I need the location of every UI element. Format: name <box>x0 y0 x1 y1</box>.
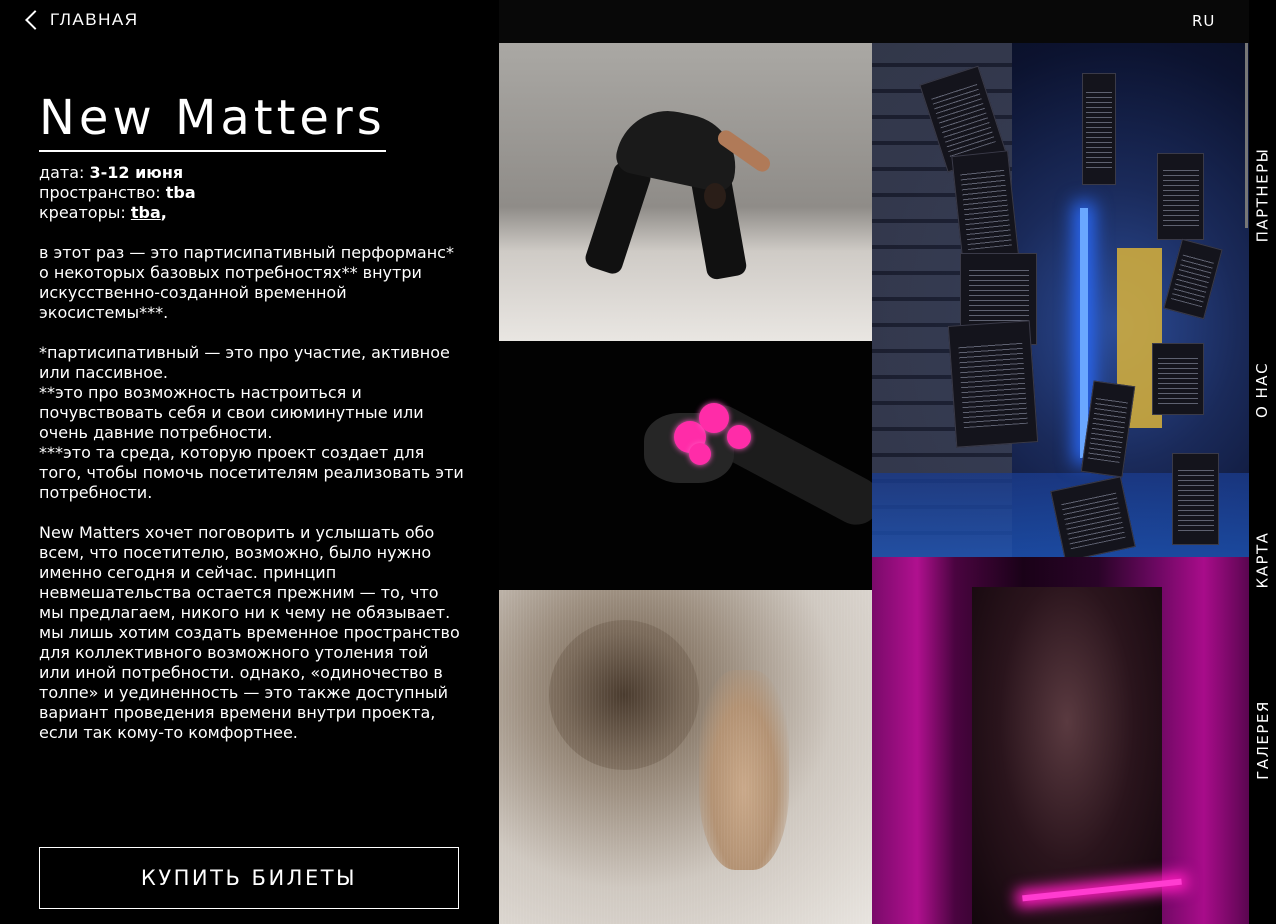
meta-date: дата: 3-12 июня <box>39 163 184 182</box>
photo-pink-hand[interactable] <box>499 341 872 590</box>
info-panel: ГЛАВНАЯ New Matters дата: 3-12 июня прос… <box>0 0 499 924</box>
photo-gallery <box>499 0 1249 924</box>
side-nav: ПАРТНЕРЫ О НАС КАРТА ГАЛЕРЕЯ <box>1249 0 1276 924</box>
nav-item-map[interactable]: КАРТА <box>1249 520 1276 600</box>
gallery-scrollbar[interactable] <box>1245 43 1248 228</box>
space-value: tba <box>165 183 196 202</box>
footnote-3: ***это та среда, которую проект создает … <box>39 443 464 502</box>
nav-item-partners[interactable]: ПАРТНЕРЫ <box>1249 130 1276 260</box>
description-paragraph: в этот раз — это партисипативный перформ… <box>39 243 454 322</box>
gallery-top-bar <box>499 0 1249 43</box>
meta-space: пространство: tba <box>39 183 196 202</box>
buy-tickets-button[interactable]: КУПИТЬ БИЛЕТЫ <box>39 847 459 909</box>
footnote-2: **это про возможность настроиться и почу… <box>39 383 424 442</box>
nav-item-gallery[interactable]: ГАЛЕРЕЯ <box>1249 680 1276 800</box>
event-meta: дата: 3-12 июня пространство: tba креато… <box>39 163 469 223</box>
footnotes: *партисипативный — это про участие, акти… <box>39 343 464 503</box>
description: в этот раз — это партисипативный перформ… <box>39 243 464 763</box>
chevron-left-icon <box>25 10 45 30</box>
page-title: New Matters <box>39 88 386 152</box>
nav-item-about[interactable]: О НАС <box>1249 340 1276 440</box>
meta-creators: креаторы: tba, <box>39 203 167 222</box>
photo-dancer[interactable] <box>499 43 872 341</box>
back-to-home-link[interactable]: ГЛАВНАЯ <box>24 10 138 30</box>
photo-magenta-curtains[interactable] <box>872 557 1249 924</box>
photo-veil[interactable] <box>499 590 872 924</box>
back-link-label: ГЛАВНАЯ <box>50 10 139 29</box>
footnote-1: *партисипативный — это про участие, акти… <box>39 343 450 382</box>
description-paragraph: New Matters хочет поговорить и услышать … <box>39 523 460 742</box>
creators-link[interactable]: tba <box>131 203 161 222</box>
language-switch[interactable]: RU <box>1192 12 1215 30</box>
photo-hanging-papers[interactable] <box>872 43 1249 557</box>
date-value: 3-12 июня <box>89 163 184 182</box>
